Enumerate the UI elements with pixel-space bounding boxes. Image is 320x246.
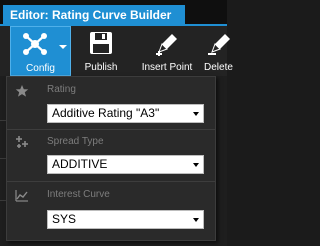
star-icon [15,85,29,97]
title-bar: Editor: Rating Curve Builder [0,0,227,25]
rating-label: Rating [47,84,76,95]
plus-cluster-icon [16,136,28,148]
network-config-icon [23,33,47,55]
spread-type-select[interactable]: ADDITIVE [47,155,204,174]
delete-label: Delete [204,62,233,73]
rating-section: Rating Additive Rating "A3" [7,77,215,129]
publish-label: Publish [84,62,118,73]
spread-type-select-value: ADDITIVE [52,157,108,171]
interest-curve-label: Interest Curve [47,189,110,200]
publish-button[interactable]: Publish [80,26,122,76]
toolbar: Config Publish Insert Point Delete [0,26,233,76]
rating-select-value: Additive Rating "A3" [52,106,160,120]
save-disk-icon [90,32,112,54]
app-window: Editor: Rating Curve Builder Config Publ… [0,0,233,246]
delete-button[interactable]: Delete [200,26,240,76]
chevron-down-icon[interactable] [59,45,67,49]
interest-curve-section: Interest Curve SYS [7,182,215,240]
rating-select[interactable]: Additive Rating "A3" [47,104,204,123]
spread-type-label: Spread Type [47,136,104,147]
config-label: Config [26,63,55,74]
chevron-down-icon[interactable] [193,218,199,222]
config-button[interactable]: Config [10,26,71,76]
insert-point-button[interactable]: Insert Point [140,26,194,76]
chevron-down-icon[interactable] [193,112,199,116]
config-dropdown-panel: Rating Additive Rating "A3" Spread Type … [6,76,216,241]
interest-curve-select-value: SYS [52,212,77,226]
spread-type-section: Spread Type ADDITIVE [7,130,215,182]
pen-minus-icon [208,34,230,55]
insert-point-label: Insert Point [141,62,193,73]
pen-plus-icon [156,34,177,56]
interest-curve-select[interactable]: SYS [47,210,204,229]
editor-title-tab[interactable]: Editor: Rating Curve Builder [3,5,185,25]
line-chart-icon [15,190,28,202]
chevron-down-icon[interactable] [193,163,199,167]
